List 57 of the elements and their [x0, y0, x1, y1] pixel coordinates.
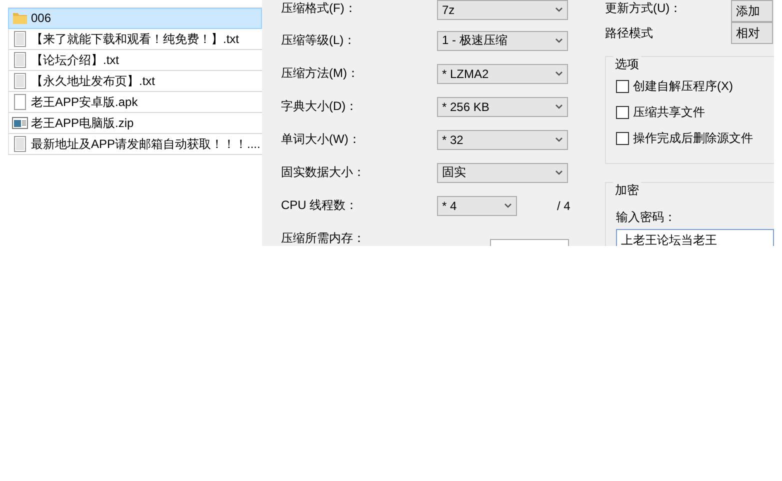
dropdown[interactable]: 固实	[437, 162, 568, 182]
file-row[interactable]: 【来了就能下载和观看！纯免费！】.txt	[8, 29, 262, 50]
caret-icon	[555, 170, 563, 176]
file-name: 006	[31, 11, 52, 25]
dropdown[interactable]: 1 - 极速压缩	[437, 30, 568, 50]
field-label: 压缩所需内存：	[281, 230, 366, 246]
caret-icon	[555, 104, 563, 110]
file-name: 【永久地址发布页】.txt	[31, 72, 156, 90]
field-label: 单词大小(W)：	[281, 131, 362, 148]
file-name: 老王APP电脑版.zip	[31, 114, 134, 132]
group-title: 选项	[613, 56, 641, 73]
file-row[interactable]: 【论坛介绍】.txt	[8, 50, 262, 71]
caret-icon	[555, 7, 563, 13]
field-label: 输入密码：	[616, 209, 677, 225]
dropdown[interactable]: * 32	[437, 130, 568, 150]
dropdown[interactable]: 相对	[731, 22, 773, 44]
field-label: 压缩等级(L)：	[281, 32, 357, 49]
field-label: CPU 线程数：	[281, 197, 359, 214]
thread-total: / 4	[557, 198, 570, 212]
text-file-icon	[12, 73, 28, 89]
field-label: 固实数据大小：	[281, 164, 366, 181]
checkbox[interactable]	[616, 80, 629, 92]
dropdown[interactable]: * 4	[437, 196, 517, 216]
file-name: 最新地址及APP请发邮箱自动获取！！！....	[31, 136, 260, 152]
text-file-icon	[12, 136, 28, 152]
caret-icon	[555, 136, 563, 142]
field-label: 路径模式	[605, 24, 654, 42]
caret-icon	[504, 202, 512, 208]
file-row[interactable]: 最新地址及APP请发邮箱自动获取！！！....	[8, 134, 262, 155]
field-label: 字典大小(D)：	[281, 98, 359, 115]
checkbox[interactable]	[616, 132, 629, 144]
file-name: 【论坛介绍】.txt	[31, 52, 120, 68]
text-file-icon	[12, 52, 28, 68]
file-row[interactable]: 老王APP电脑版.zip	[8, 113, 262, 134]
window-file-icon	[12, 115, 28, 131]
caret-icon	[555, 38, 563, 44]
text-file-icon	[12, 31, 28, 47]
field-label: 压缩方法(M)：	[281, 65, 360, 82]
file-row[interactable]: 老王APP安卓版.apk	[8, 92, 262, 113]
file-name: 老王APP安卓版.apk	[31, 94, 138, 110]
caret-icon	[555, 70, 563, 76]
file-name: 【来了就能下载和观看！纯免费！】.txt	[31, 30, 240, 48]
checkbox-label: 操作完成后删除源文件	[633, 130, 753, 146]
file-row[interactable]: 【永久地址发布页】.txt	[8, 71, 262, 92]
field-label: 压缩格式(F)：	[281, 0, 358, 17]
dropdown[interactable]: * LZMA2	[437, 64, 568, 84]
dropdown[interactable]: * 256 KB	[437, 96, 568, 116]
folder-icon	[12, 10, 28, 26]
file-icon	[12, 94, 28, 110]
checkbox-label: 创建自解压程序(X)	[633, 78, 733, 94]
field-label: 更新方式(U)：	[605, 0, 683, 17]
file-row[interactable]: 006	[8, 8, 262, 29]
checkbox[interactable]	[616, 106, 629, 118]
dropdown[interactable]: 添加	[731, 0, 773, 22]
dropdown[interactable]: 7z	[437, 0, 568, 20]
password-field[interactable]: 上老王论坛当老王	[616, 229, 774, 246]
checkbox-label: 压缩共享文件	[633, 104, 705, 120]
